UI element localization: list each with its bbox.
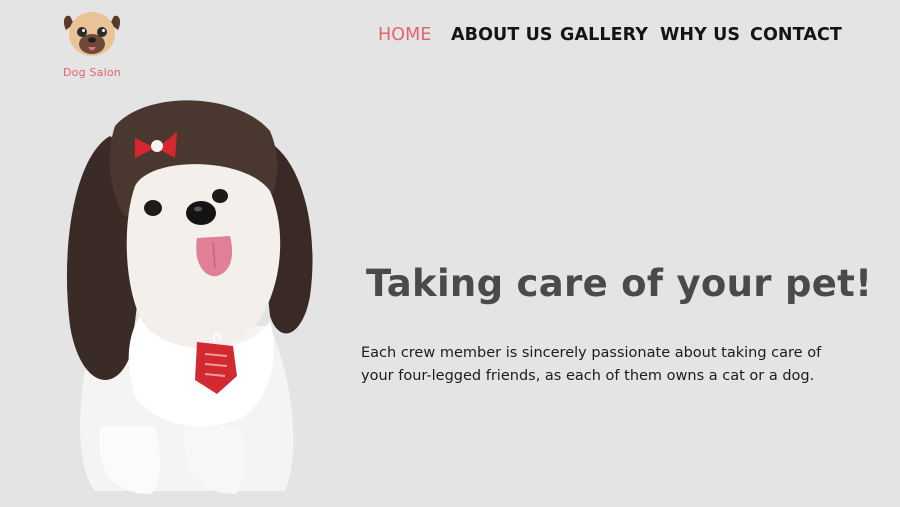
hero-description: Each crew member is sincerely passionate…	[361, 342, 861, 388]
landing-page: Dog Salon HOME ABOUT US GALLERY WHY US C…	[0, 0, 900, 507]
hero-description-line: Each crew member is sincerely passionate…	[361, 345, 822, 361]
hero-description-line: your four-legged friends, as each of the…	[361, 368, 815, 384]
nav-about-us[interactable]: ABOUT US	[451, 25, 553, 45]
nav-why-us[interactable]: WHY US	[660, 25, 740, 45]
hero-title: Taking care of your pet!	[366, 262, 873, 305]
shih-tzu-dog-photo	[66, 100, 313, 494]
nav-gallery[interactable]: GALLERY	[560, 25, 648, 45]
brand-name: Dog Salon	[63, 66, 121, 79]
brand-logo[interactable]: Dog Salon	[58, 6, 126, 82]
nav-contact[interactable]: CONTACT	[750, 25, 842, 45]
pug-face-icon	[63, 12, 121, 56]
nav-home[interactable]: HOME	[378, 25, 432, 45]
